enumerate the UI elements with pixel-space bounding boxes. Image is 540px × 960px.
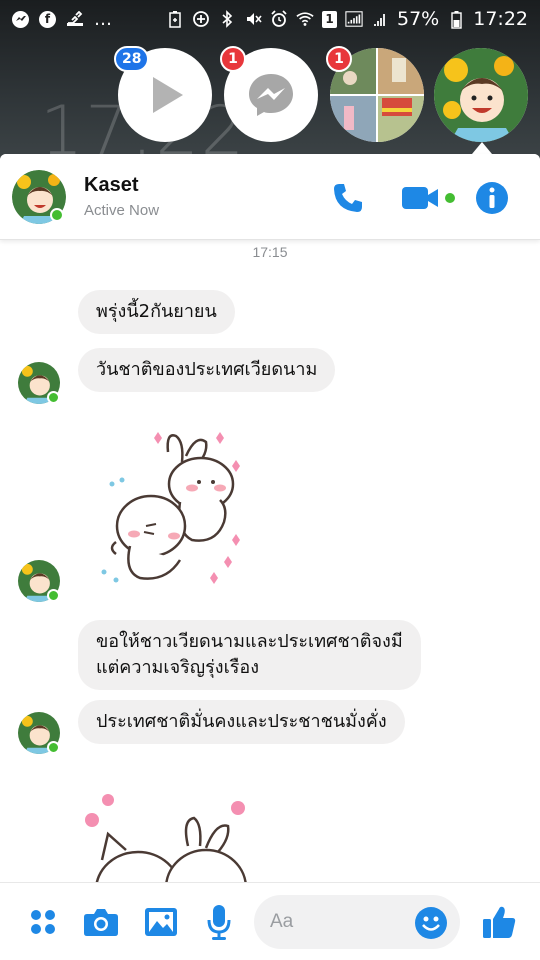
gallery-button[interactable] bbox=[140, 901, 182, 943]
sender-avatar[interactable] bbox=[18, 560, 60, 602]
facebook-notification-icon: f bbox=[39, 10, 56, 28]
chat-panel: Kaset Active Now 17:15 พรุ่งนี้2กันยายน … bbox=[0, 154, 540, 960]
online-indicator bbox=[47, 741, 60, 754]
message-bubble[interactable]: วันชาติของประเทศเวียดนาม bbox=[78, 348, 336, 392]
online-indicator bbox=[50, 208, 64, 222]
contact-name[interactable]: Kaset bbox=[84, 174, 138, 197]
voice-call-button[interactable] bbox=[328, 178, 368, 218]
message-timestamp: 17:15 bbox=[252, 244, 288, 260]
message-bubble[interactable]: พรุ่งนี้2กันยายน bbox=[78, 290, 235, 334]
sender-avatar[interactable] bbox=[18, 712, 60, 754]
play-icon bbox=[153, 77, 183, 113]
online-indicator bbox=[47, 391, 60, 404]
chat-head-badge: 1 bbox=[326, 46, 352, 72]
active-head-pointer bbox=[472, 142, 492, 154]
message-line: ขอให้ชาวเวียดนามและประเทศชาติจงมี bbox=[96, 631, 403, 652]
battery-saver-icon bbox=[166, 10, 184, 28]
composer-bar: Aa bbox=[0, 882, 540, 960]
chat-head-badge: 1 bbox=[220, 46, 246, 72]
online-indicator bbox=[47, 589, 60, 602]
video-camera-icon bbox=[402, 187, 455, 209]
sticker-cat-and-bunny[interactable] bbox=[78, 790, 258, 882]
message-bubble[interactable]: ประเทศชาติมั่นคงและประชาชนมั่งคั่ง bbox=[78, 700, 405, 744]
chat-head-group[interactable]: 1 bbox=[326, 46, 424, 142]
bluetooth-icon bbox=[218, 10, 236, 28]
chat-head-kaset[interactable] bbox=[434, 48, 528, 142]
info-icon bbox=[476, 182, 508, 214]
sim-icon: 1 bbox=[322, 10, 337, 28]
kaset-avatar bbox=[434, 48, 528, 142]
sender-avatar[interactable] bbox=[18, 362, 60, 404]
battery-percent: 57% bbox=[397, 8, 440, 30]
status-bar: f … 1 57% 17:22 bbox=[0, 0, 540, 38]
camera-icon bbox=[84, 909, 118, 936]
conversation-header: Kaset Active Now bbox=[0, 154, 540, 240]
messenger-notification-icon bbox=[12, 10, 29, 28]
chat-head-badge: 28 bbox=[114, 46, 150, 72]
battery-icon bbox=[447, 10, 465, 29]
more-actions-button[interactable] bbox=[22, 901, 64, 943]
contact-avatar[interactable] bbox=[12, 170, 66, 224]
microphone-icon bbox=[207, 905, 231, 940]
message-input-placeholder: Aa bbox=[270, 911, 294, 932]
like-button[interactable] bbox=[478, 901, 520, 943]
chat-head-video[interactable]: 28 bbox=[114, 46, 212, 142]
wifi-icon bbox=[296, 10, 314, 28]
sticker-hugging-bunnies[interactable] bbox=[96, 422, 256, 596]
info-button[interactable] bbox=[472, 178, 512, 218]
message-bubble[interactable]: ขอให้ชาวเวียดนามและประเทศชาติจงมี แต่ควา… bbox=[78, 620, 421, 690]
signal-icon-2 bbox=[371, 10, 389, 28]
phone-icon bbox=[334, 184, 362, 212]
image-icon bbox=[145, 908, 177, 936]
hand-notification-icon bbox=[66, 10, 84, 28]
messenger-icon bbox=[249, 74, 293, 116]
smiley-icon bbox=[415, 907, 447, 939]
more-notifications-icon: … bbox=[94, 8, 112, 30]
video-call-button[interactable] bbox=[398, 178, 458, 218]
thumbs-up-icon bbox=[483, 906, 516, 938]
alarm-icon bbox=[270, 10, 288, 28]
camera-button[interactable] bbox=[80, 901, 122, 943]
mute-icon bbox=[244, 10, 262, 28]
signal-icon-1 bbox=[345, 10, 363, 28]
clock: 17:22 bbox=[473, 8, 528, 30]
active-status: Active Now bbox=[84, 202, 160, 219]
four-dots-icon bbox=[31, 910, 55, 934]
voice-record-button[interactable] bbox=[198, 901, 240, 943]
chat-head-messenger[interactable]: 1 bbox=[220, 46, 318, 142]
emoji-button[interactable] bbox=[411, 903, 451, 943]
data-saver-icon bbox=[192, 10, 210, 28]
message-line: แต่ความเจริญรุ่งเรือง bbox=[96, 657, 259, 678]
